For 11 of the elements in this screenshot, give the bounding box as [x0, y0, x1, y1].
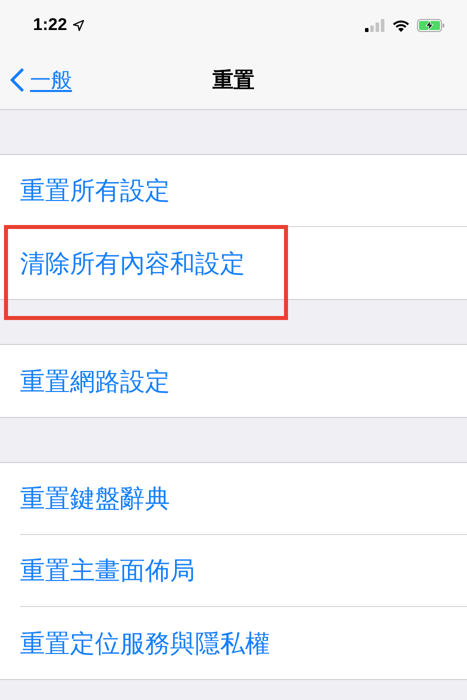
settings-row[interactable]: 重置主畫面佈局 [20, 535, 467, 607]
settings-row[interactable]: 重置所有設定 [20, 155, 467, 227]
back-button[interactable]: 一般 [10, 66, 72, 94]
status-time: 1:22 [33, 15, 68, 35]
chevron-left-icon [10, 68, 24, 92]
settings-row[interactable]: 清除所有內容和設定 [20, 227, 467, 299]
nav-title: 重置 [212, 68, 254, 92]
settings-row[interactable]: 重置定位服務與隱私權 [20, 607, 467, 679]
settings-row[interactable]: 重置鍵盤辭典 [20, 463, 467, 535]
wifi-icon [392, 18, 410, 32]
signal-icon [365, 18, 385, 32]
